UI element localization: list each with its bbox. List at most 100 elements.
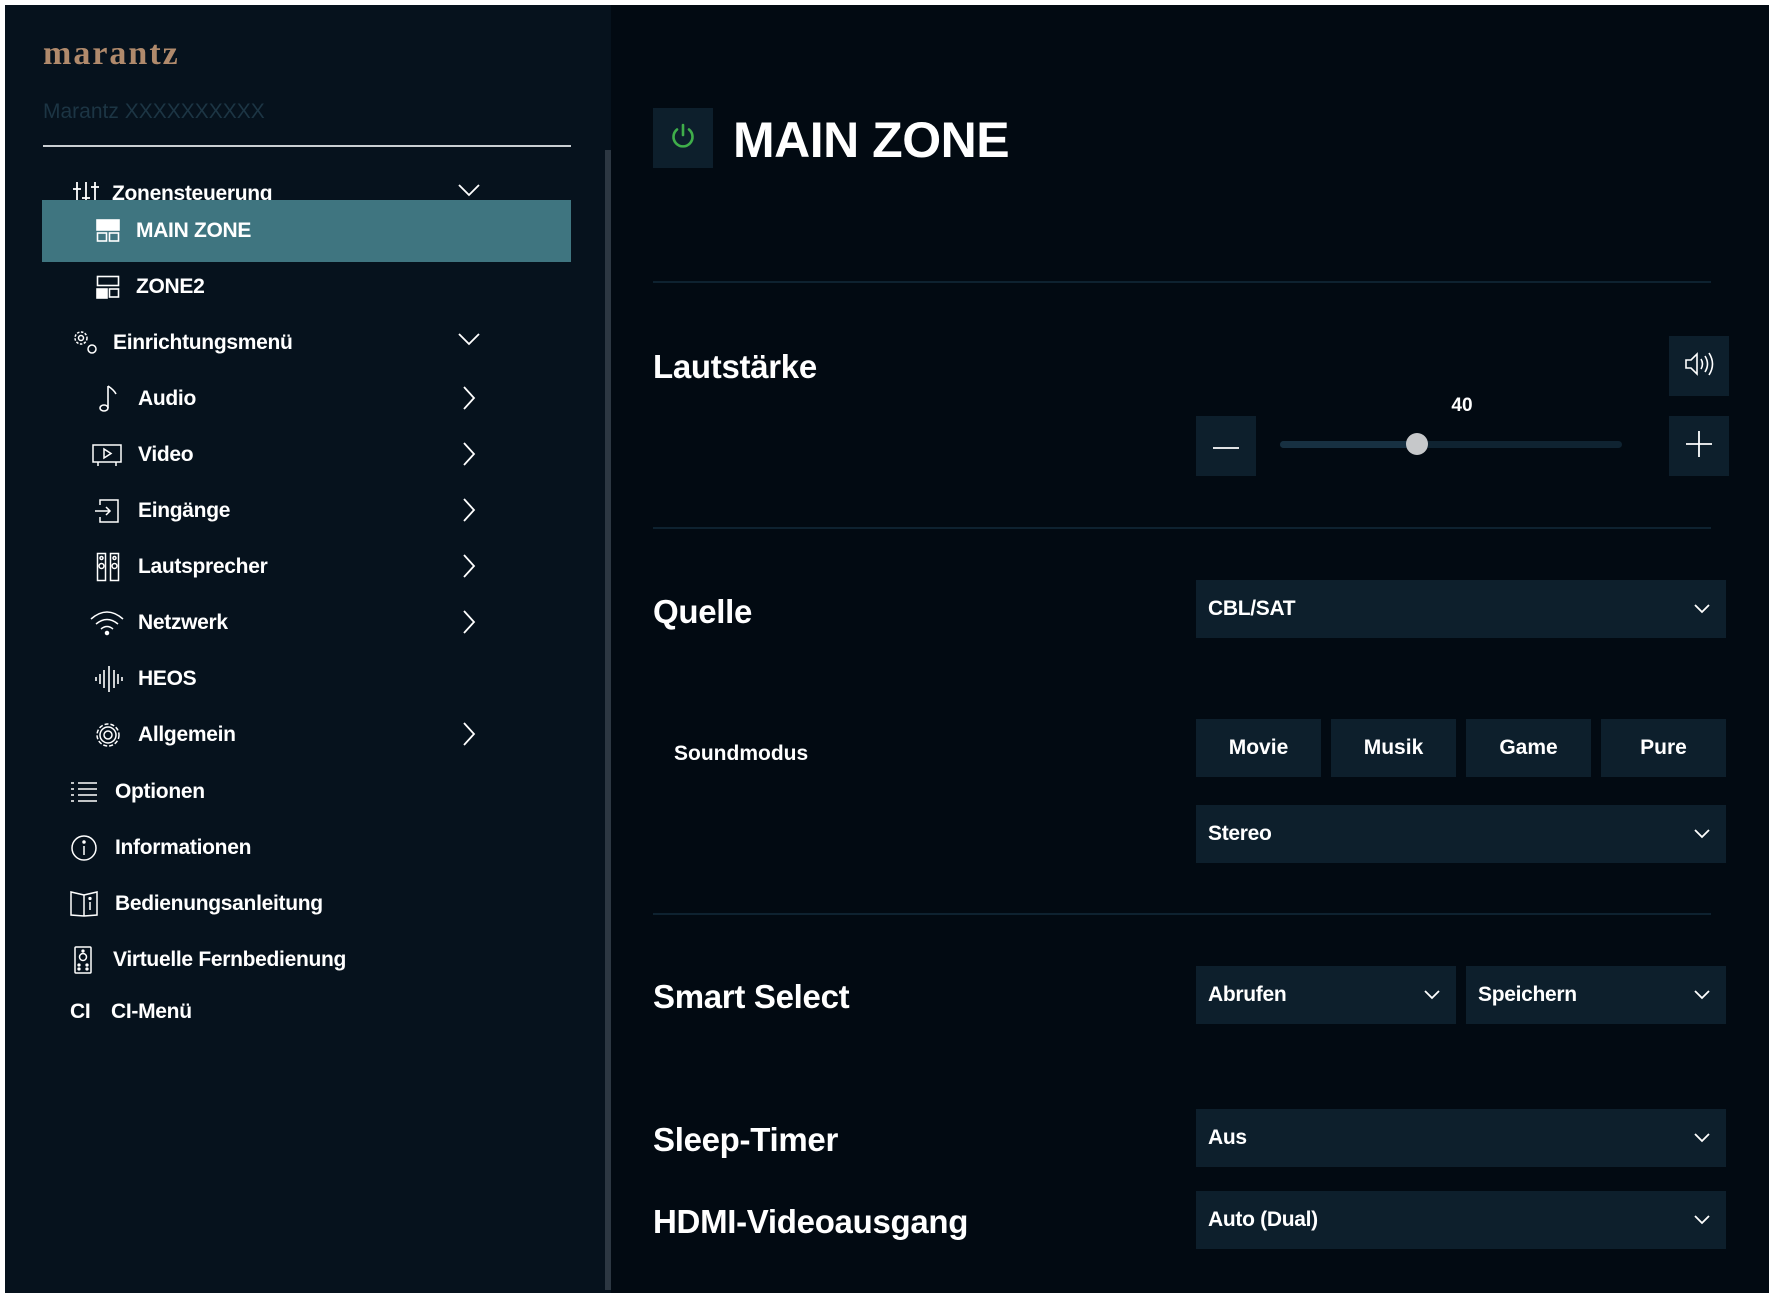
speakers-icon [96,552,120,582]
heos-icon [94,665,124,693]
section-divider [653,913,1711,915]
sidebar-item-ci-menu[interactable]: CI CI-Menü [42,981,571,1043]
source-value: CBL/SAT [1208,597,1296,620]
chevron-right-icon [462,554,476,583]
list-icon [70,780,98,804]
speaker-volume-icon [1684,351,1714,382]
brand-logo: marantz [43,35,180,72]
main-panel: MAIN ZONE Lautstärke 40 Quelle CBL/SAT S… [611,5,1769,1293]
zone2-icon [96,275,120,299]
sidebar-item-label: Audio [138,387,196,410]
sidebar-item-label: Bedienungsanleitung [115,892,323,915]
chevron-down-icon [458,332,480,351]
sidebar-item-label: Optionen [115,780,205,803]
chevron-down-icon [1694,1212,1710,1230]
sidebar-item-allgemein[interactable]: Allgemein [42,704,571,766]
info-icon [70,834,98,862]
soundmode-game-button[interactable]: Game [1466,719,1591,777]
chevron-right-icon [462,610,476,639]
volume-up-button[interactable] [1669,416,1729,476]
sidebar-item-main-zone[interactable]: MAIN ZONE [42,200,571,262]
sidebar-item-label: Eingänge [138,499,231,522]
soundmode-value: Stereo [1208,822,1272,845]
settings-gears-icon [72,329,100,357]
sidebar-item-label: HEOS [138,667,197,690]
sidebar-item-zone2[interactable]: ZONE2 [42,256,571,318]
input-icon [94,498,120,524]
chevron-right-icon [462,442,476,471]
smart-select-store-select[interactable]: Speichern [1466,966,1726,1024]
minus-icon [1213,437,1239,455]
sidebar-item-netzwerk[interactable]: Netzwerk [42,592,571,654]
sidebar-item-label: Einrichtungsmenü [113,331,293,354]
smart-select-recall-select[interactable]: Abrufen [1196,966,1456,1024]
plus-icon [1686,430,1712,462]
soundmode-music-button[interactable]: Musik [1331,719,1456,777]
page-title: MAIN ZONE [733,112,1010,168]
chevron-right-icon [462,498,476,527]
manual-icon [70,891,98,917]
sidebar-item-label: CI-Menü [111,1000,192,1023]
source-select[interactable]: CBL/SAT [1196,580,1726,638]
chevron-down-icon [1694,601,1710,619]
sleep-timer-label: Sleep-Timer [653,1121,838,1158]
mute-button[interactable] [1669,336,1729,396]
chevron-right-icon [462,386,476,415]
sidebar-item-audio[interactable]: Audio [42,368,571,430]
chevron-down-icon [1424,987,1440,1005]
volume-label: Lautstärke [653,348,817,385]
hdmi-output-select[interactable]: Auto (Dual) [1196,1191,1726,1249]
smart-select-recall-value: Abrufen [1208,983,1287,1006]
volume-slider[interactable] [1280,433,1622,455]
smart-select-label: Smart Select [653,978,850,1015]
sidebar-item-video[interactable]: Video [42,424,571,486]
sidebar-item-label: Informationen [115,836,252,859]
section-divider [653,527,1711,529]
sidebar-item-einrichtungsmenu[interactable]: Einrichtungsmenü [42,312,571,374]
chevron-down-icon [1694,987,1710,1005]
chevron-right-icon [462,722,476,751]
chevron-down-icon [1694,1130,1710,1148]
ci-icon: CI [70,1000,91,1023]
app-frame: marantz Marantz XXXXXXXXXX Zonensteuerun… [5,5,1769,1293]
sidebar-item-lautsprecher[interactable]: Lautsprecher [42,536,571,598]
sidebar-item-label: MAIN ZONE [136,219,252,242]
main-zone-icon [96,219,120,243]
wifi-icon [90,610,124,636]
volume-slider-thumb[interactable] [1405,433,1428,455]
sidebar-item-label: ZONE2 [136,275,205,298]
section-divider [653,281,1711,283]
sidebar-item-informationen[interactable]: Informationen [42,817,571,879]
hdmi-output-value: Auto (Dual) [1208,1208,1318,1231]
sidebar-item-label: Video [138,443,194,466]
sidebar-item-label: Netzwerk [138,611,228,634]
volume-down-button[interactable] [1196,416,1256,476]
sleep-timer-select[interactable]: Aus [1196,1109,1726,1167]
source-label: Quelle [653,593,753,630]
sidebar-item-heos[interactable]: HEOS [42,648,571,710]
chevron-down-icon [1694,826,1710,844]
sidebar-item-bedienungsanleitung[interactable]: Bedienungsanleitung [42,873,571,935]
power-button[interactable] [653,108,713,168]
video-icon [92,443,122,467]
sidebar-divider [43,145,571,147]
sidebar-item-label: Virtuelle Fernbedienung [113,948,347,971]
soundmode-pure-button[interactable]: Pure [1601,719,1726,777]
soundmode-label: Soundmodus [674,742,809,765]
power-icon [669,122,697,155]
sidebar-item-optionen[interactable]: Optionen [42,761,571,823]
volume-value: 40 [1451,395,1473,416]
sidebar-item-eingaenge[interactable]: Eingänge [42,480,571,542]
sleep-timer-value: Aus [1208,1126,1247,1149]
sidebar-item-label: Lautsprecher [138,555,268,578]
gear-icon [94,721,122,749]
sidebar-item-label: Allgemein [138,723,236,746]
sidebar: marantz Marantz XXXXXXXXXX Zonensteuerun… [5,5,611,1293]
soundmode-movie-button[interactable]: Movie [1196,719,1321,777]
device-name: Marantz XXXXXXXXXX [43,100,265,123]
music-note-icon [96,384,122,414]
hdmi-output-label: HDMI-Videoausgang [653,1203,969,1240]
volume-slider-fill [1280,441,1417,448]
soundmode-select[interactable]: Stereo [1196,805,1726,863]
remote-icon [74,946,92,974]
